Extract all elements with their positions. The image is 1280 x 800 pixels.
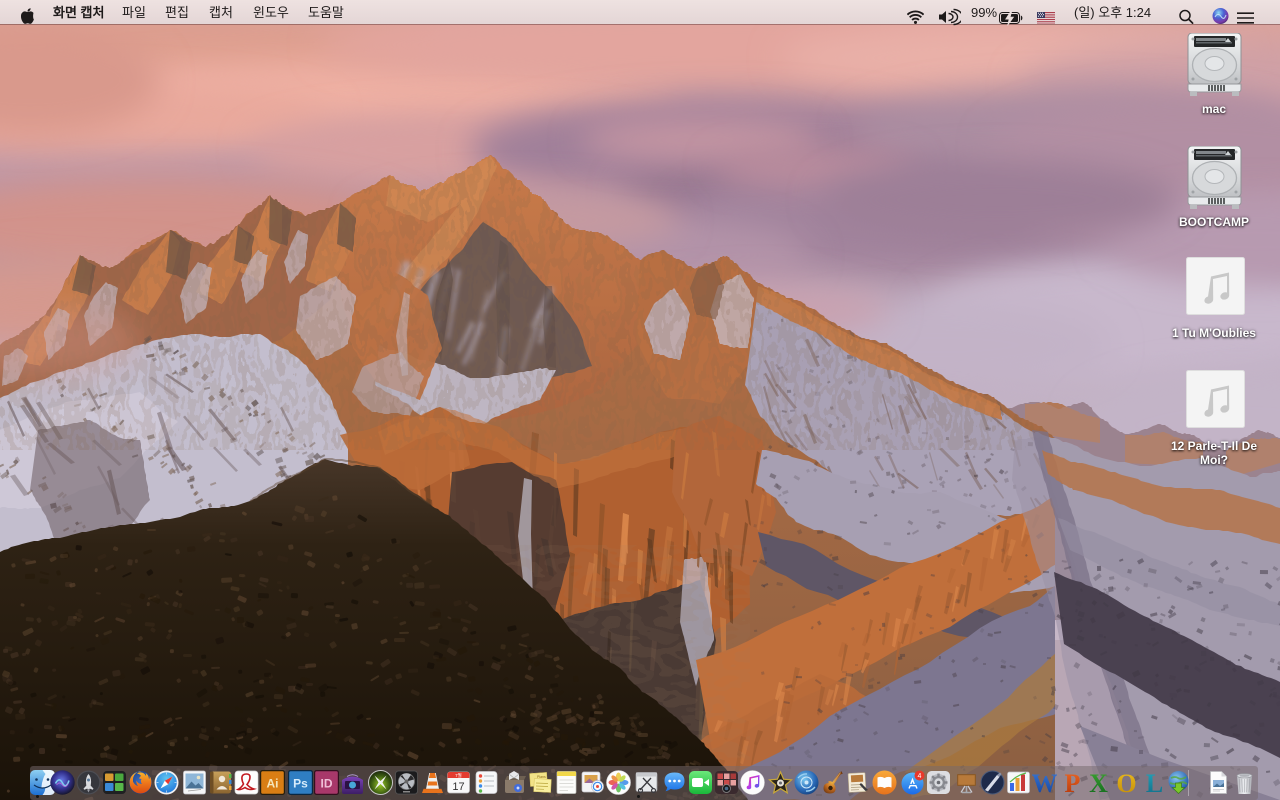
svg-text:X: X: [1089, 770, 1108, 795]
svg-text:Ps: Ps: [293, 777, 308, 791]
svg-text:4: 4: [918, 773, 922, 780]
svg-text:17: 17: [452, 781, 464, 793]
svg-text:Ai: Ai: [267, 777, 279, 791]
svg-text:7월: 7월: [455, 772, 462, 779]
svg-text:ID: ID: [321, 777, 333, 791]
svg-text:P: P: [1065, 770, 1081, 795]
svg-text:L: L: [1146, 770, 1163, 795]
svg-text:W: W: [1032, 770, 1057, 795]
svg-text:Plans: Plans: [537, 775, 546, 779]
svg-text:O: O: [1116, 770, 1136, 795]
